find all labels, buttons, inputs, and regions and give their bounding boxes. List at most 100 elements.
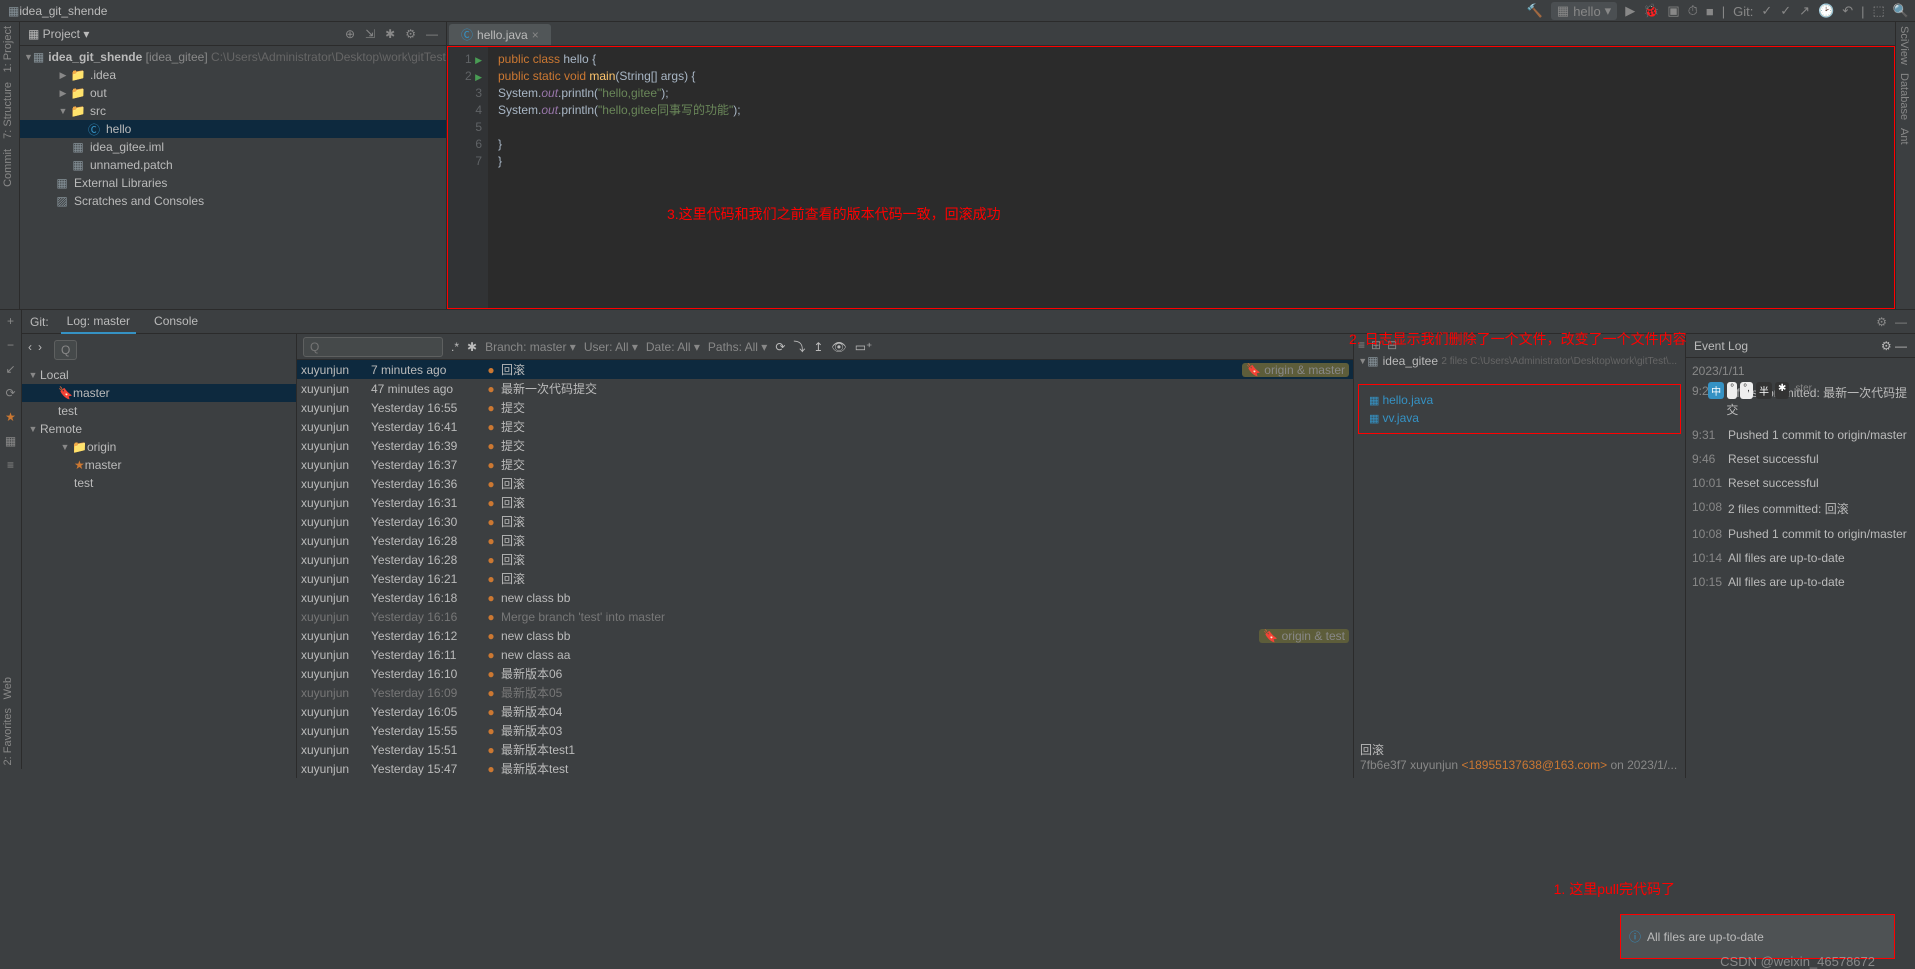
tree-item[interactable]: ▶📁out bbox=[20, 84, 446, 102]
user-filter[interactable]: User: All ▾ bbox=[584, 340, 638, 354]
commit-row[interactable]: xuyunjunYesterday 15:47●最新版本test bbox=[297, 759, 1353, 778]
commit-row[interactable]: xuyunjunYesterday 16:10●最新版本06 bbox=[297, 664, 1353, 683]
tab-web[interactable]: Web bbox=[0, 673, 16, 703]
git-update-icon[interactable]: ✓ bbox=[1761, 3, 1772, 19]
tab-favorites[interactable]: 2: Favorites bbox=[0, 704, 16, 769]
commit-row[interactable]: xuyunjunYesterday 16:36●回滚 bbox=[297, 474, 1353, 493]
changes-root[interactable]: ▼▦ idea_gitee 2 files C:\Users\Administr… bbox=[1358, 352, 1681, 370]
editor-tab-hello[interactable]: Ⓒ hello.java × bbox=[449, 24, 551, 45]
stop-icon[interactable]: ■ bbox=[1706, 4, 1714, 19]
hammer-icon[interactable]: 🔨 bbox=[1527, 3, 1543, 19]
commit-row[interactable]: xuyunjunYesterday 15:55●最新版本03 bbox=[297, 721, 1353, 740]
cherry-pick-icon[interactable]: ⤵ bbox=[793, 338, 805, 355]
commit-search[interactable] bbox=[303, 337, 443, 357]
commit-row[interactable]: xuyunjunYesterday 16:05●最新版本04 bbox=[297, 702, 1353, 721]
tree-item[interactable]: Ⓒhello bbox=[20, 120, 446, 138]
locate-icon[interactable]: ⊕ bbox=[345, 27, 355, 41]
commit-row[interactable]: xuyunjunYesterday 16:30●回滚 bbox=[297, 512, 1353, 531]
refresh-commits-icon[interactable]: ⟳ bbox=[775, 340, 785, 354]
tab-commit[interactable]: Commit bbox=[0, 145, 16, 191]
search-icon[interactable]: ⬚ bbox=[1873, 3, 1885, 19]
commit-row[interactable]: xuyunjunYesterday 16:55●提交 bbox=[297, 398, 1353, 417]
new-tab-icon[interactable]: ▭⁺ bbox=[855, 340, 873, 354]
expand-icon[interactable]: ⇲ bbox=[365, 27, 375, 41]
toast-notification[interactable]: ⓘ All files are up-to-date bbox=[1620, 914, 1895, 959]
commit-row[interactable]: xuyunjunYesterday 15:51●最新版本test1 bbox=[297, 740, 1353, 759]
changed-file[interactable]: ▦ hello.java bbox=[1365, 391, 1674, 409]
branch-search[interactable]: Q bbox=[54, 340, 77, 360]
tree-item[interactable]: ▦idea_gitee.iml bbox=[20, 138, 446, 156]
eye-icon[interactable]: 👁 bbox=[831, 340, 846, 354]
date-filter[interactable]: Date: All ▾ bbox=[646, 340, 700, 354]
branch-item[interactable]: test bbox=[22, 402, 296, 420]
search-everywhere-icon[interactable]: 🔍 bbox=[1893, 3, 1909, 19]
tree-root[interactable]: ▼▦ idea_git_shende [idea_gitee] C:\Users… bbox=[20, 48, 446, 66]
changed-file[interactable]: ▦ vv.java bbox=[1365, 409, 1674, 427]
add-icon[interactable]: + bbox=[7, 314, 14, 328]
debug-icon[interactable]: 🐞 bbox=[1643, 3, 1659, 19]
collapse-icon[interactable]: ✱ bbox=[385, 27, 395, 41]
git-tab-log[interactable]: Log: master bbox=[61, 310, 136, 334]
back-icon[interactable]: ‹ bbox=[28, 340, 32, 364]
commit-row[interactable]: xuyunjunYesterday 16:21●回滚 bbox=[297, 569, 1353, 588]
tree-item[interactable]: ▦unnamed.patch bbox=[20, 156, 446, 174]
tree-item[interactable]: ▨Scratches and Consoles bbox=[20, 192, 446, 210]
commit-row[interactable]: xuyunjunYesterday 16:18●new class bb bbox=[297, 588, 1353, 607]
commit-row[interactable]: xuyunjun7 minutes ago●回滚🔖 origin & maste… bbox=[297, 360, 1353, 379]
delete-icon[interactable]: − bbox=[7, 338, 14, 352]
case-icon[interactable]: ✱ bbox=[467, 340, 477, 354]
commit-row[interactable]: xuyunjunYesterday 16:41●提交 bbox=[297, 417, 1353, 436]
commit-row[interactable]: xuyunjunYesterday 16:11●new class aa bbox=[297, 645, 1353, 664]
fwd-icon[interactable]: › bbox=[38, 340, 42, 364]
commit-row[interactable]: xuyunjunYesterday 16:39●提交 bbox=[297, 436, 1353, 455]
code-content[interactable]: public class hello { public static void … bbox=[488, 47, 1894, 308]
tab-project[interactable]: 1: Project bbox=[0, 22, 16, 76]
branch-item[interactable]: test bbox=[22, 474, 296, 492]
gear-icon[interactable]: ⚙ bbox=[1881, 339, 1892, 353]
refresh-icon[interactable]: ⟳ bbox=[5, 386, 15, 400]
gear-icon[interactable]: ⚙ bbox=[1876, 315, 1887, 329]
branch-remote-header[interactable]: ▼Remote bbox=[22, 420, 296, 438]
tab-ant[interactable]: Ant bbox=[1896, 124, 1912, 149]
git-push-icon[interactable]: ↗ bbox=[1799, 3, 1810, 19]
paths-filter[interactable]: Paths: All ▾ bbox=[708, 340, 767, 354]
git-commit-icon[interactable]: ✓ bbox=[1780, 3, 1791, 19]
branch-local-header[interactable]: ▼Local bbox=[22, 366, 296, 384]
profile-icon[interactable]: ⏱ bbox=[1688, 3, 1698, 19]
commit-row[interactable]: xuyunjunYesterday 16:16●Merge branch 'te… bbox=[297, 607, 1353, 626]
branch-item[interactable]: ▼📁 origin bbox=[22, 438, 296, 456]
commit-row[interactable]: xuyunjunYesterday 16:31●回滚 bbox=[297, 493, 1353, 512]
branch-item[interactable]: 🔖 master bbox=[22, 384, 296, 402]
tab-structure[interactable]: 7: Structure bbox=[0, 78, 16, 143]
pull-icon[interactable]: ↙ bbox=[5, 362, 15, 376]
code-area[interactable]: 1 ▶ 2 ▶ 3 4 5 6 7 public class hello { p… bbox=[447, 46, 1895, 309]
tree-item[interactable]: ▦External Libraries bbox=[20, 174, 446, 192]
star-icon[interactable]: ★ bbox=[5, 410, 16, 424]
push-commits-icon[interactable]: ↥ bbox=[813, 340, 823, 354]
filter-tool-icon[interactable]: ≡ bbox=[7, 458, 14, 472]
tree-item[interactable]: ▶📁.idea bbox=[20, 66, 446, 84]
commit-row[interactable]: xuyunjun47 minutes ago●最新一次代码提交 bbox=[297, 379, 1353, 398]
folder-tool-icon[interactable]: ▦ bbox=[5, 434, 16, 448]
settings-icon[interactable]: ⚙ bbox=[405, 27, 416, 41]
git-history-icon[interactable]: 🕑 bbox=[1818, 3, 1834, 19]
run-config-selector[interactable]: ▦ hello ▾ bbox=[1551, 2, 1617, 20]
tab-sciview[interactable]: SciView bbox=[1896, 22, 1912, 69]
commit-row[interactable]: xuyunjunYesterday 16:12●new class bb🔖 or… bbox=[297, 626, 1353, 645]
hide-icon[interactable]: — bbox=[1895, 339, 1907, 353]
branch-filter[interactable]: Branch: master ▾ bbox=[485, 340, 576, 354]
commit-row[interactable]: xuyunjunYesterday 16:28●回滚 bbox=[297, 550, 1353, 569]
commit-row[interactable]: xuyunjunYesterday 16:37●提交 bbox=[297, 455, 1353, 474]
regex-icon[interactable]: .* bbox=[451, 340, 459, 354]
close-tab-icon[interactable]: × bbox=[532, 28, 539, 42]
branch-item[interactable]: ★ master bbox=[22, 456, 296, 474]
hide-icon[interactable]: — bbox=[426, 27, 438, 41]
tab-database[interactable]: Database bbox=[1896, 69, 1912, 124]
git-tab-console[interactable]: Console bbox=[148, 310, 204, 334]
commit-row[interactable]: xuyunjunYesterday 16:28●回滚 bbox=[297, 531, 1353, 550]
play-icon[interactable]: ▶ bbox=[1625, 3, 1635, 19]
commit-list[interactable]: xuyunjun7 minutes ago●回滚🔖 origin & maste… bbox=[297, 360, 1353, 778]
hide-panel-icon[interactable]: — bbox=[1895, 315, 1907, 329]
coverage-icon[interactable]: ▣ bbox=[1667, 3, 1679, 19]
tree-item[interactable]: ▼📁src bbox=[20, 102, 446, 120]
